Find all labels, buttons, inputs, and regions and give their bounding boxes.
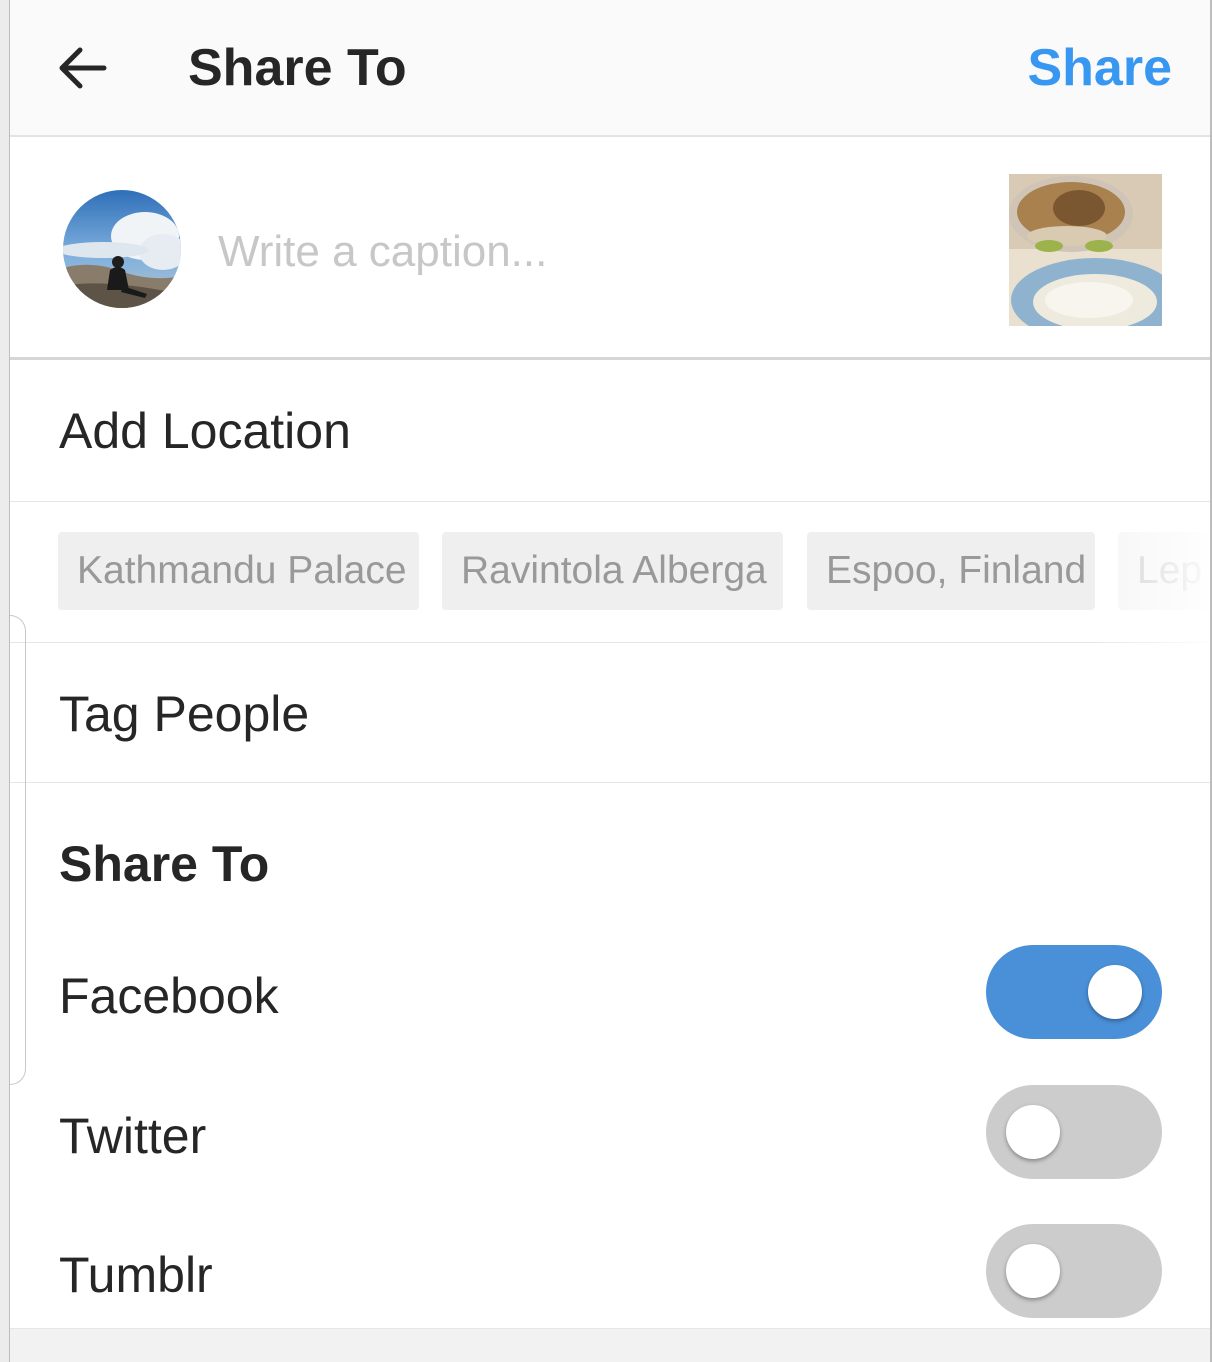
share-item-facebook: Facebook bbox=[10, 945, 1210, 1045]
window-left-edge bbox=[0, 0, 10, 1362]
share-item-twitter: Twitter bbox=[10, 1085, 1210, 1185]
toggle-knob bbox=[1006, 1244, 1060, 1298]
add-location-label: Add Location bbox=[59, 403, 351, 459]
twitter-toggle[interactable] bbox=[986, 1085, 1162, 1179]
caption-input[interactable] bbox=[218, 217, 978, 287]
tag-people-label: Tag People bbox=[59, 686, 310, 742]
share-item-tumblr: Tumblr bbox=[10, 1224, 1210, 1324]
caption-section bbox=[10, 137, 1210, 360]
page-title: Share To bbox=[188, 39, 407, 97]
facebook-toggle[interactable] bbox=[986, 945, 1162, 1039]
tumblr-label: Tumblr bbox=[59, 1247, 213, 1303]
share-screen: Share To Share Write a caption... Add Lo… bbox=[10, 0, 1210, 1362]
back-button[interactable] bbox=[50, 36, 114, 100]
location-chip[interactable]: Lep bbox=[1118, 532, 1210, 610]
toggle-knob bbox=[1088, 965, 1142, 1019]
twitter-label: Twitter bbox=[59, 1108, 207, 1164]
avatar-photo bbox=[63, 190, 181, 308]
location-chip[interactable]: Ravintola Alberga bbox=[442, 532, 783, 610]
facebook-label: Facebook bbox=[59, 968, 279, 1024]
location-suggestions: Kathmandu Palace Ravintola Alberga Espoo… bbox=[10, 502, 1210, 643]
bottom-edge bbox=[10, 1328, 1210, 1362]
top-bar: Share To Share bbox=[10, 0, 1210, 137]
tumblr-toggle[interactable] bbox=[986, 1224, 1162, 1318]
toggle-knob bbox=[1006, 1105, 1060, 1159]
add-location-row[interactable]: Add Location bbox=[10, 360, 1210, 502]
arrow-left-icon bbox=[59, 47, 107, 89]
post-thumbnail[interactable] bbox=[1009, 174, 1162, 326]
thumbnail-image bbox=[1009, 174, 1162, 326]
tag-people-row[interactable]: Tag People bbox=[10, 643, 1210, 783]
side-drawer-handle[interactable] bbox=[10, 615, 26, 1085]
location-chip[interactable]: Kathmandu Palace bbox=[58, 532, 419, 610]
location-chip[interactable]: Espoo, Finland bbox=[807, 532, 1095, 610]
share-to-heading: Share To bbox=[59, 836, 270, 892]
share-button[interactable]: Share bbox=[1027, 36, 1172, 100]
avatar[interactable] bbox=[63, 190, 181, 308]
